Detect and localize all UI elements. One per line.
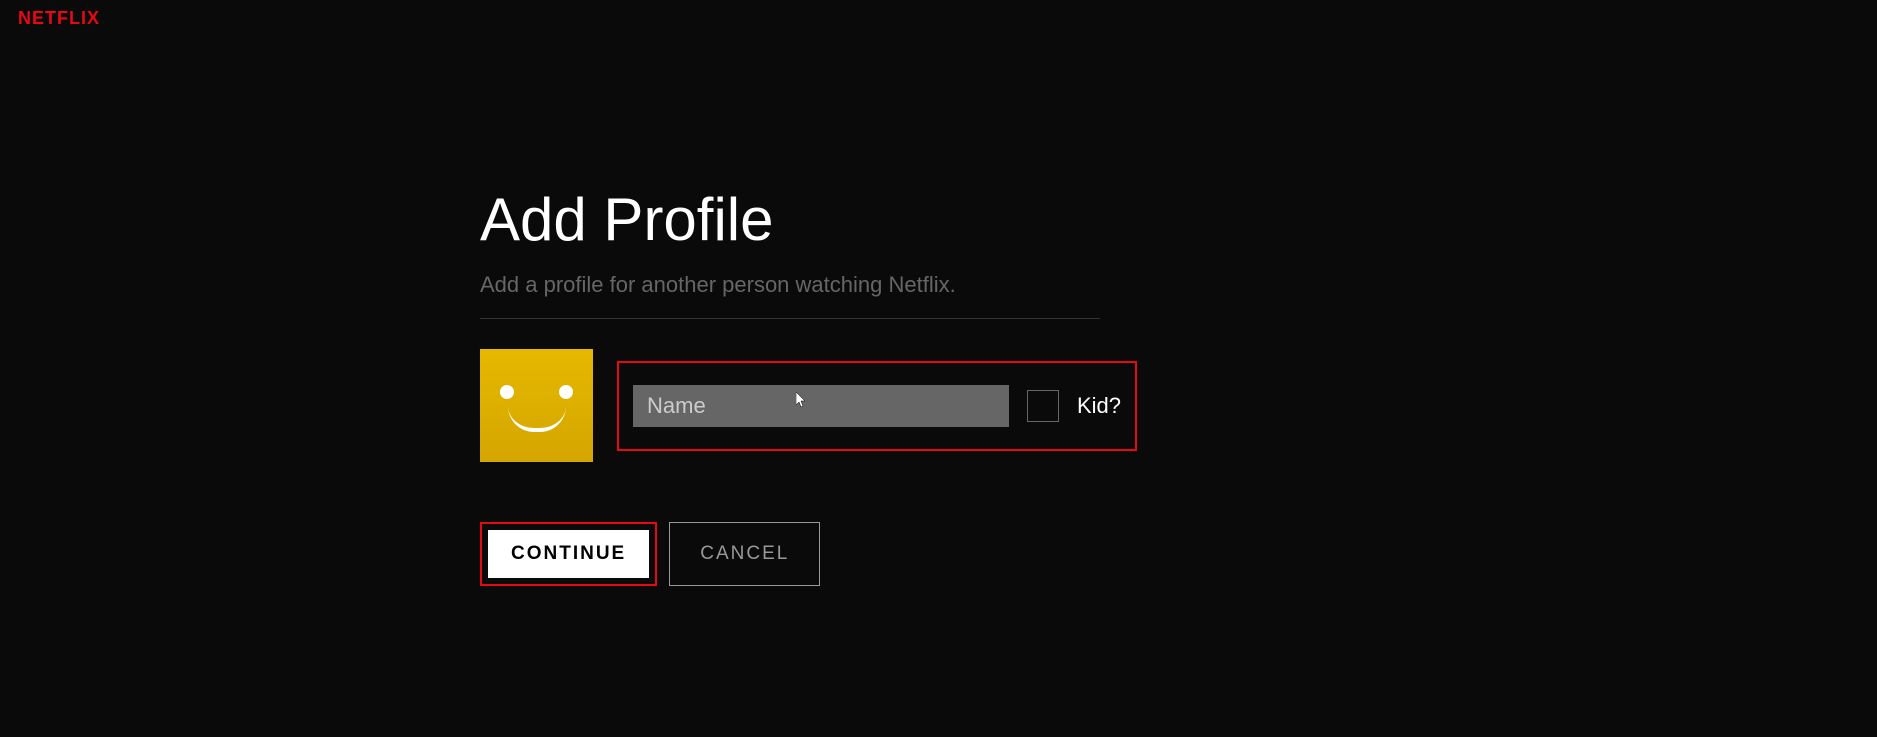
continue-button[interactable]: CONTINUE (488, 530, 649, 578)
kid-label: Kid? (1077, 393, 1121, 419)
netflix-logo: NETFLIX (18, 8, 100, 29)
action-buttons: CONTINUE CANCEL (480, 522, 1100, 586)
cancel-button[interactable]: CANCEL (669, 522, 820, 586)
profile-row: Kid? (480, 349, 1100, 462)
smiley-eye-left-icon (500, 385, 514, 399)
avatar[interactable] (480, 349, 593, 462)
smiley-mouth-icon (508, 406, 566, 432)
page-subtitle: Add a profile for another person watchin… (480, 272, 1100, 319)
input-group-highlight: Kid? (617, 361, 1137, 451)
continue-button-highlight: CONTINUE (480, 522, 657, 586)
page-title: Add Profile (480, 185, 1100, 254)
smiley-eye-right-icon (559, 385, 573, 399)
profile-name-input[interactable] (633, 385, 1009, 427)
add-profile-panel: Add Profile Add a profile for another pe… (480, 185, 1100, 586)
kid-checkbox[interactable] (1027, 390, 1059, 422)
